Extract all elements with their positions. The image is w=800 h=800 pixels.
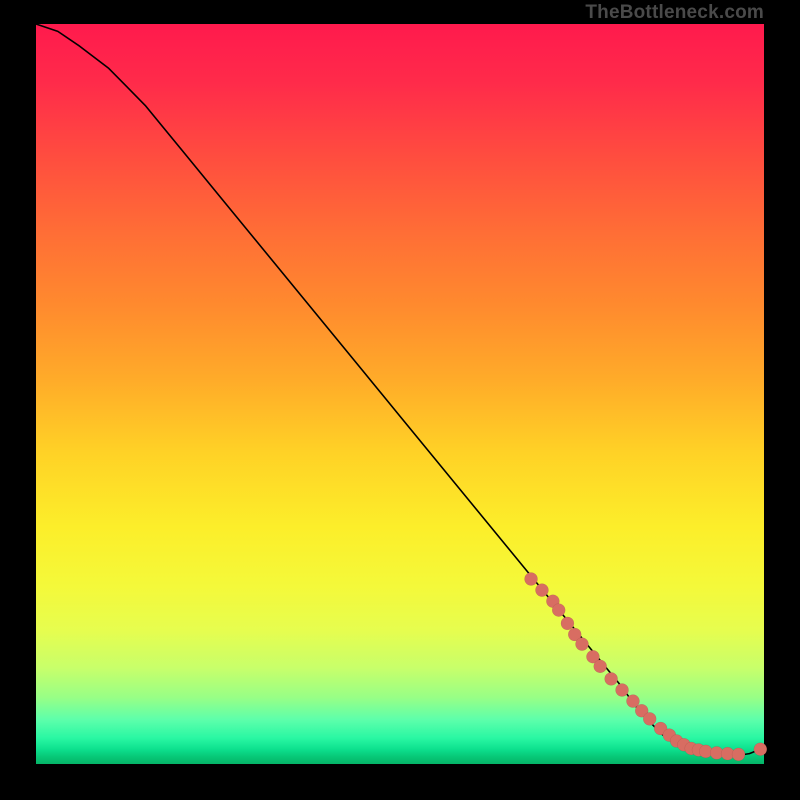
data-point [754, 743, 767, 756]
data-point [616, 684, 629, 697]
data-point [561, 617, 574, 630]
attribution-label: TheBottleneck.com [585, 2, 764, 24]
data-point [605, 672, 618, 685]
chart-stage: TheBottleneck.com [0, 0, 800, 800]
data-point [552, 604, 565, 617]
data-point [594, 660, 607, 673]
bottleneck-curve [36, 24, 764, 756]
data-point [535, 584, 548, 597]
data-point [643, 712, 656, 725]
marker-group [525, 573, 767, 761]
data-point [576, 638, 589, 651]
data-point [732, 748, 745, 761]
data-point [525, 573, 538, 586]
chart-overlay [36, 24, 764, 764]
